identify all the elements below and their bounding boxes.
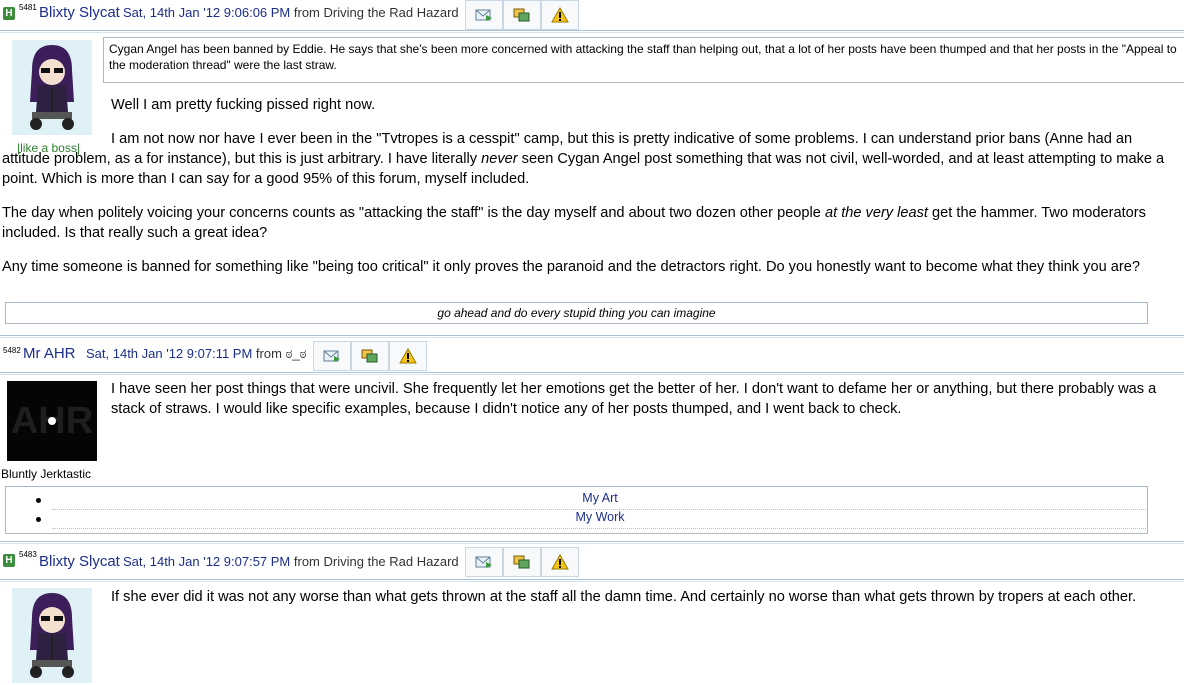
pm-envelope-icon xyxy=(475,556,492,568)
paragraph: If she ever did it was not any worse tha… xyxy=(111,589,1137,605)
warning-icon xyxy=(551,554,569,570)
paragraph: Well I am pretty fucking pissed right no… xyxy=(111,97,376,113)
bullet-icon xyxy=(36,517,41,522)
author-link[interactable]: Blixty Slycat xyxy=(39,553,120,570)
user-title: Bluntly Jerktastic xyxy=(1,467,92,481)
ban-notice: Cygan Angel has been banned by Eddie. He… xyxy=(103,37,1184,83)
quote-icon xyxy=(513,555,530,569)
author-link[interactable]: Mr AHR xyxy=(23,345,76,362)
post-date: Sat, 14th Jan '12 9:07:57 PM xyxy=(123,554,291,569)
post-header: H 5481 Blixty Slycat Sat, 14th Jan '12 9… xyxy=(0,0,1184,30)
message-button[interactable] xyxy=(465,547,503,577)
quote-button[interactable] xyxy=(351,341,389,371)
from-label: from xyxy=(293,554,320,569)
emphasis: at the very least xyxy=(824,205,928,221)
link-my-work[interactable]: My Work xyxy=(52,510,1148,529)
badge-icon: H xyxy=(3,7,15,20)
post-header: H 5483 Blixty Slycat Sat, 14th Jan '12 9… xyxy=(0,547,1184,577)
signature-links: My Art My Work xyxy=(5,486,1148,534)
report-button[interactable] xyxy=(389,341,427,371)
message-button[interactable] xyxy=(313,341,351,371)
header-separator xyxy=(0,30,1184,33)
post-body: I have seen her post things that were un… xyxy=(111,379,1177,433)
pm-envelope-icon xyxy=(475,9,492,21)
post-meta: Sat, 14th Jan '12 9:07:11 PM from ಠ_ಠ xyxy=(86,346,307,362)
post-header: 5482 Mr AHR Sat, 14th Jan '12 9:07:11 PM… xyxy=(0,341,1184,371)
signature: go ahead and do every stupid thing you c… xyxy=(5,302,1148,324)
post-meta: Sat, 14th Jan '12 9:06:06 PM from Drivin… xyxy=(123,5,459,20)
from-label: from xyxy=(255,346,282,361)
post-date: Sat, 14th Jan '12 9:07:11 PM xyxy=(86,346,253,361)
report-button[interactable] xyxy=(541,547,579,577)
paragraph: I am not now nor have I ever been in the… xyxy=(2,131,1165,187)
author-link[interactable]: Blixty Slycat xyxy=(39,4,120,21)
post-number: 5483 xyxy=(19,550,37,559)
header-separator xyxy=(0,579,1184,582)
location-text: Driving the Rad Hazard xyxy=(323,5,459,20)
warning-icon xyxy=(551,7,569,23)
bullet-icon xyxy=(36,498,41,503)
paragraph: Any time someone is banned for something… xyxy=(2,259,1140,275)
paragraph: I have seen her post things that were un… xyxy=(111,381,1157,417)
emphasis: never xyxy=(481,151,518,167)
quote-icon xyxy=(513,8,530,22)
post-body: Well I am pretty fucking pissed right no… xyxy=(2,95,1178,291)
report-button[interactable] xyxy=(541,0,579,30)
pm-envelope-icon xyxy=(323,350,340,362)
location-text: ಠ_ಠ xyxy=(285,346,307,361)
avatar[interactable] xyxy=(12,588,92,683)
link-my-art[interactable]: My Art xyxy=(52,491,1148,510)
quote-button[interactable] xyxy=(503,547,541,577)
post-number: 5481 xyxy=(19,3,37,12)
post-body: If she ever did it was not any worse tha… xyxy=(111,587,1177,621)
post-date: Sat, 14th Jan '12 9:06:06 PM xyxy=(123,5,291,20)
quote-icon xyxy=(361,349,378,363)
post-meta: Sat, 14th Jan '12 9:07:57 PM from Drivin… xyxy=(123,554,459,569)
post-number: 5482 xyxy=(3,346,21,355)
quote-button[interactable] xyxy=(503,0,541,30)
warning-icon xyxy=(399,348,417,364)
message-button[interactable] xyxy=(465,0,503,30)
paragraph: The day when politely voicing your conce… xyxy=(2,205,1146,241)
header-separator xyxy=(0,372,1184,375)
post-separator xyxy=(0,541,1184,544)
post-separator xyxy=(0,335,1184,338)
badge-icon: H xyxy=(3,554,15,567)
avatar[interactable]: AHR xyxy=(7,381,97,461)
location-text: Driving the Rad Hazard xyxy=(323,554,459,569)
from-label: from xyxy=(293,5,320,20)
